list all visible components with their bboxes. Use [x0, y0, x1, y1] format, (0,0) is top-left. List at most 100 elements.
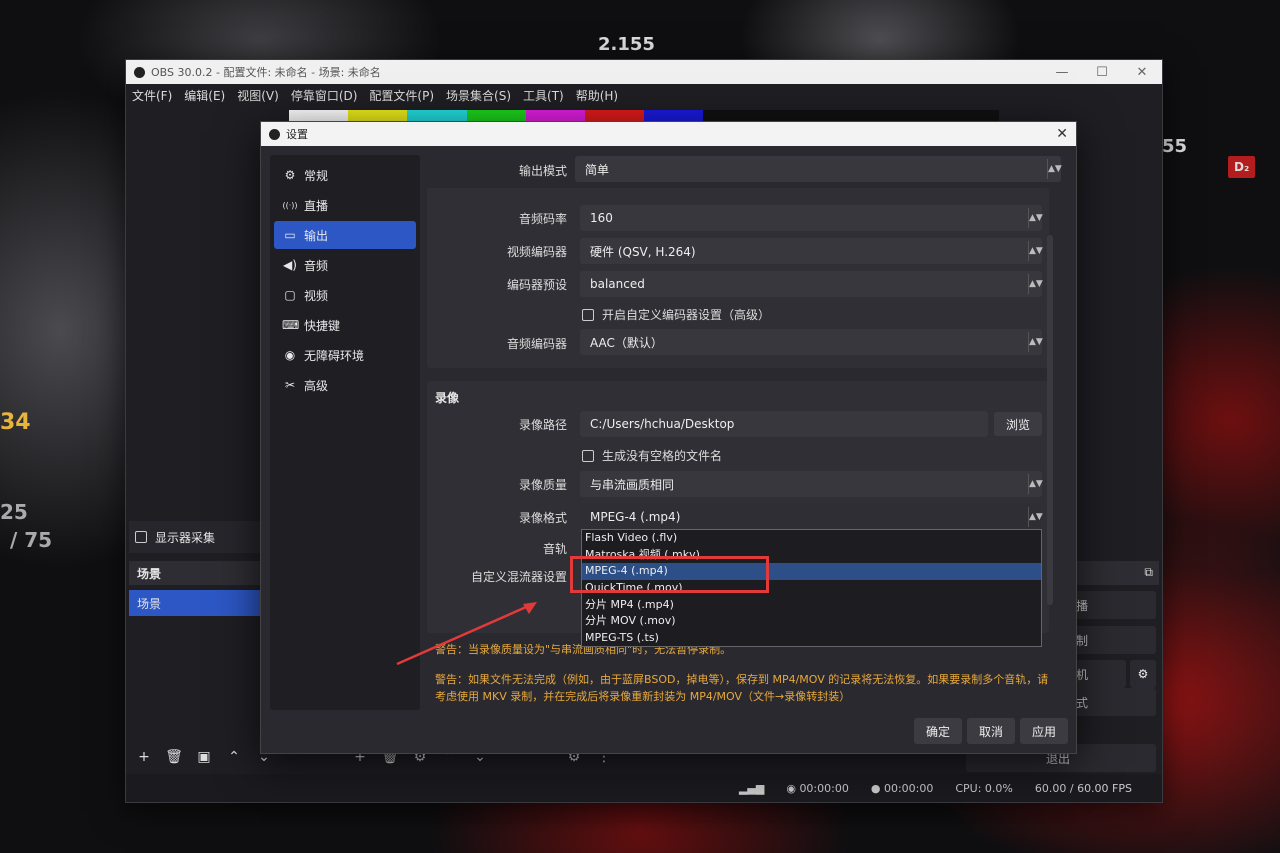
background-number: / 75	[10, 528, 53, 552]
audio-tracks-label: 音轨	[542, 542, 567, 556]
sidebar-item-0[interactable]: ⚙ 常规	[274, 161, 416, 189]
minimize-icon[interactable]: —	[1042, 65, 1082, 80]
filter-icon[interactable]: ▣	[192, 746, 216, 768]
sidebar-item-label: 快捷键	[304, 318, 341, 333]
annotation-arrow	[396, 602, 537, 666]
window-title: OBS 30.0.2 - 配置文件: 未命名 - 场景: 未命名	[151, 66, 381, 79]
apply-button[interactable]: 应用	[1020, 718, 1068, 744]
settings-title: 设置	[286, 128, 308, 141]
recording-quality-label: 录像质量	[518, 478, 567, 492]
sidebar-item-label: 常规	[304, 168, 329, 183]
sidebar-item-4[interactable]: ▢ 视频	[274, 281, 416, 309]
menu-tools[interactable]: 工具(T)	[523, 87, 564, 104]
chevron-updown-icon: ▲▼	[1047, 159, 1062, 179]
menu-help[interactable]: 帮助(H)	[576, 87, 618, 104]
audio-encoder-label: 音频编码器	[506, 337, 567, 351]
obs-logo-icon	[269, 128, 280, 140]
sidebar-item-3[interactable]: ◀) 音频	[274, 251, 416, 279]
video-encoder-select[interactable]: 硬件 (QSV, H.264) ▲▼	[580, 238, 1043, 264]
maximize-icon[interactable]: ☐	[1082, 65, 1122, 80]
menu-profile[interactable]: 配置文件(P)	[369, 87, 434, 104]
sidebar-item-label: 无障碍环境	[304, 348, 365, 363]
speaker-icon: ◀)	[283, 258, 297, 272]
background-number: 34	[0, 410, 31, 435]
warning-mp4: 警告：如果文件无法完成（例如，由于蓝屏BSOD，掉电等），保存到 MP4/MOV…	[435, 673, 1049, 703]
output-mode-label: 输出模式	[518, 164, 567, 178]
background-number: 2.155	[598, 34, 655, 55]
sidebar-item-label: 直播	[304, 198, 329, 213]
ok-button[interactable]: 确定	[914, 718, 962, 744]
menu-edit[interactable]: 编辑(E)	[184, 87, 225, 104]
status-bar: ▂▄▆ ◉ 00:00:00 ● 00:00:00 CPU: 0.0% 60.0…	[126, 774, 1162, 802]
output-icon: ▭	[284, 228, 296, 242]
broadcast-icon: ((·))	[282, 200, 298, 210]
menu-view[interactable]: 视图(V)	[237, 87, 279, 104]
encoder-preset-label: 编码器预设	[506, 278, 567, 292]
remove-scene-icon[interactable]: 🗑	[162, 746, 186, 768]
recording-path-label: 录像路径	[518, 418, 567, 432]
sidebar-item-label: 高级	[304, 378, 329, 393]
sidebar-item-label: 视频	[304, 288, 329, 303]
format-option[interactable]: 分片 MP4 (.mp4)	[582, 597, 1041, 614]
virtual-camera-settings-icon[interactable]: ⚙	[1130, 660, 1156, 688]
move-up-icon[interactable]: ⌃	[222, 746, 246, 768]
recording-section-title: 录像	[435, 391, 460, 405]
muxer-settings-label: 自定义混流器设置	[470, 570, 567, 584]
output-mode-select[interactable]: 简单 ▲▼	[575, 156, 1062, 182]
close-icon[interactable]: ✕	[1056, 126, 1068, 142]
settings-dialog: 设置 ✕ ⚙ 常规 ((·)) 直播 ▭ 输出 ◀) 音频 ▢ 视频 ⌨ 快捷键 ◉ 无障碍环境 ✂ 高级 输…	[260, 121, 1077, 754]
obs-logo-icon	[134, 66, 145, 78]
background-badge: D₂	[1228, 156, 1256, 178]
menu-scene-collection[interactable]: 场景集合(S)	[446, 87, 511, 104]
accessibility-icon: ◉	[284, 348, 296, 362]
scene-list-item[interactable]: 场景	[129, 590, 269, 616]
scene-toolbar: + 🗑 ▣ ⌃ ⌄	[132, 746, 276, 768]
main-titlebar: OBS 30.0.2 - 配置文件: 未命名 - 场景: 未命名 — ☐ ✕	[126, 60, 1162, 84]
audio-bitrate-label: 音频码率	[518, 212, 567, 226]
audio-encoder-select[interactable]: AAC（默认） ▲▼	[580, 329, 1043, 355]
recording-format-select[interactable]: MPEG-4 (.mp4) ▲▼	[580, 504, 1043, 530]
format-option[interactable]: Flash Video (.flv)	[582, 530, 1041, 547]
cancel-button[interactable]: 取消	[967, 718, 1015, 744]
settings-titlebar: 设置 ✕	[261, 122, 1076, 146]
sidebar-item-6[interactable]: ◉ 无障碍环境	[274, 341, 416, 369]
audio-bitrate-select[interactable]: 160 ▲▼	[580, 205, 1043, 231]
signal-icon: ▂▄▆	[738, 781, 765, 795]
annotation-highlight-box	[570, 556, 769, 593]
background-number: 55	[1162, 136, 1188, 157]
undock-icon[interactable]: ⧉	[1144, 565, 1153, 580]
keyboard-icon: ⌨	[282, 318, 300, 332]
format-option[interactable]: 分片 MOV (.mov)	[582, 613, 1041, 630]
source-label: 显示器采集	[155, 530, 216, 545]
video-encoder-label: 视频编码器	[506, 245, 567, 259]
record-time: ● 00:00:00	[870, 781, 934, 795]
recording-path-input[interactable]: C:/Users/hchua/Desktop	[580, 411, 988, 437]
menu-docks[interactable]: 停靠窗口(D)	[291, 87, 358, 104]
gear-icon: ⚙	[284, 168, 296, 182]
stream-time: ◉ 00:00:00	[786, 781, 849, 795]
encoder-preset-select[interactable]: balanced ▲▼	[580, 271, 1043, 297]
custom-encoder-checkbox[interactable]: 开启自定义编码器设置（高级）	[582, 306, 770, 323]
sidebar-item-7[interactable]: ✂ 高级	[274, 371, 416, 399]
menu-file[interactable]: 文件(F)	[132, 87, 172, 104]
sidebar-item-label: 输出	[304, 228, 329, 243]
cpu-usage: CPU: 0.0%	[955, 781, 1013, 795]
close-icon[interactable]: ✕	[1122, 65, 1162, 80]
background-number: 25	[0, 500, 28, 524]
recording-quality-select[interactable]: 与串流画质相同 ▲▼	[580, 471, 1043, 497]
browse-button[interactable]: 浏览	[994, 412, 1042, 436]
scrollbar[interactable]	[1047, 235, 1053, 605]
source-toolbar[interactable]: 显示器采集	[129, 521, 269, 553]
scenes-header: 场景	[129, 561, 269, 585]
format-option[interactable]: MPEG-TS (.ts)	[582, 630, 1041, 647]
sidebar-item-label: 音频	[304, 258, 329, 273]
source-visibility-icon[interactable]	[135, 531, 147, 543]
add-scene-icon[interactable]: +	[132, 746, 156, 768]
sidebar-item-1[interactable]: ((·)) 直播	[274, 191, 416, 219]
sidebar-item-5[interactable]: ⌨ 快捷键	[274, 311, 416, 339]
fps-display: 60.00 / 60.00 FPS	[1034, 781, 1132, 795]
monitor-icon: ▢	[284, 288, 296, 302]
menubar: 文件(F) 编辑(E) 视图(V) 停靠窗口(D) 配置文件(P) 场景集合(S…	[126, 84, 1162, 106]
no-space-filename-checkbox[interactable]: 生成没有空格的文件名	[582, 447, 722, 464]
sidebar-item-2[interactable]: ▭ 输出	[274, 221, 416, 249]
